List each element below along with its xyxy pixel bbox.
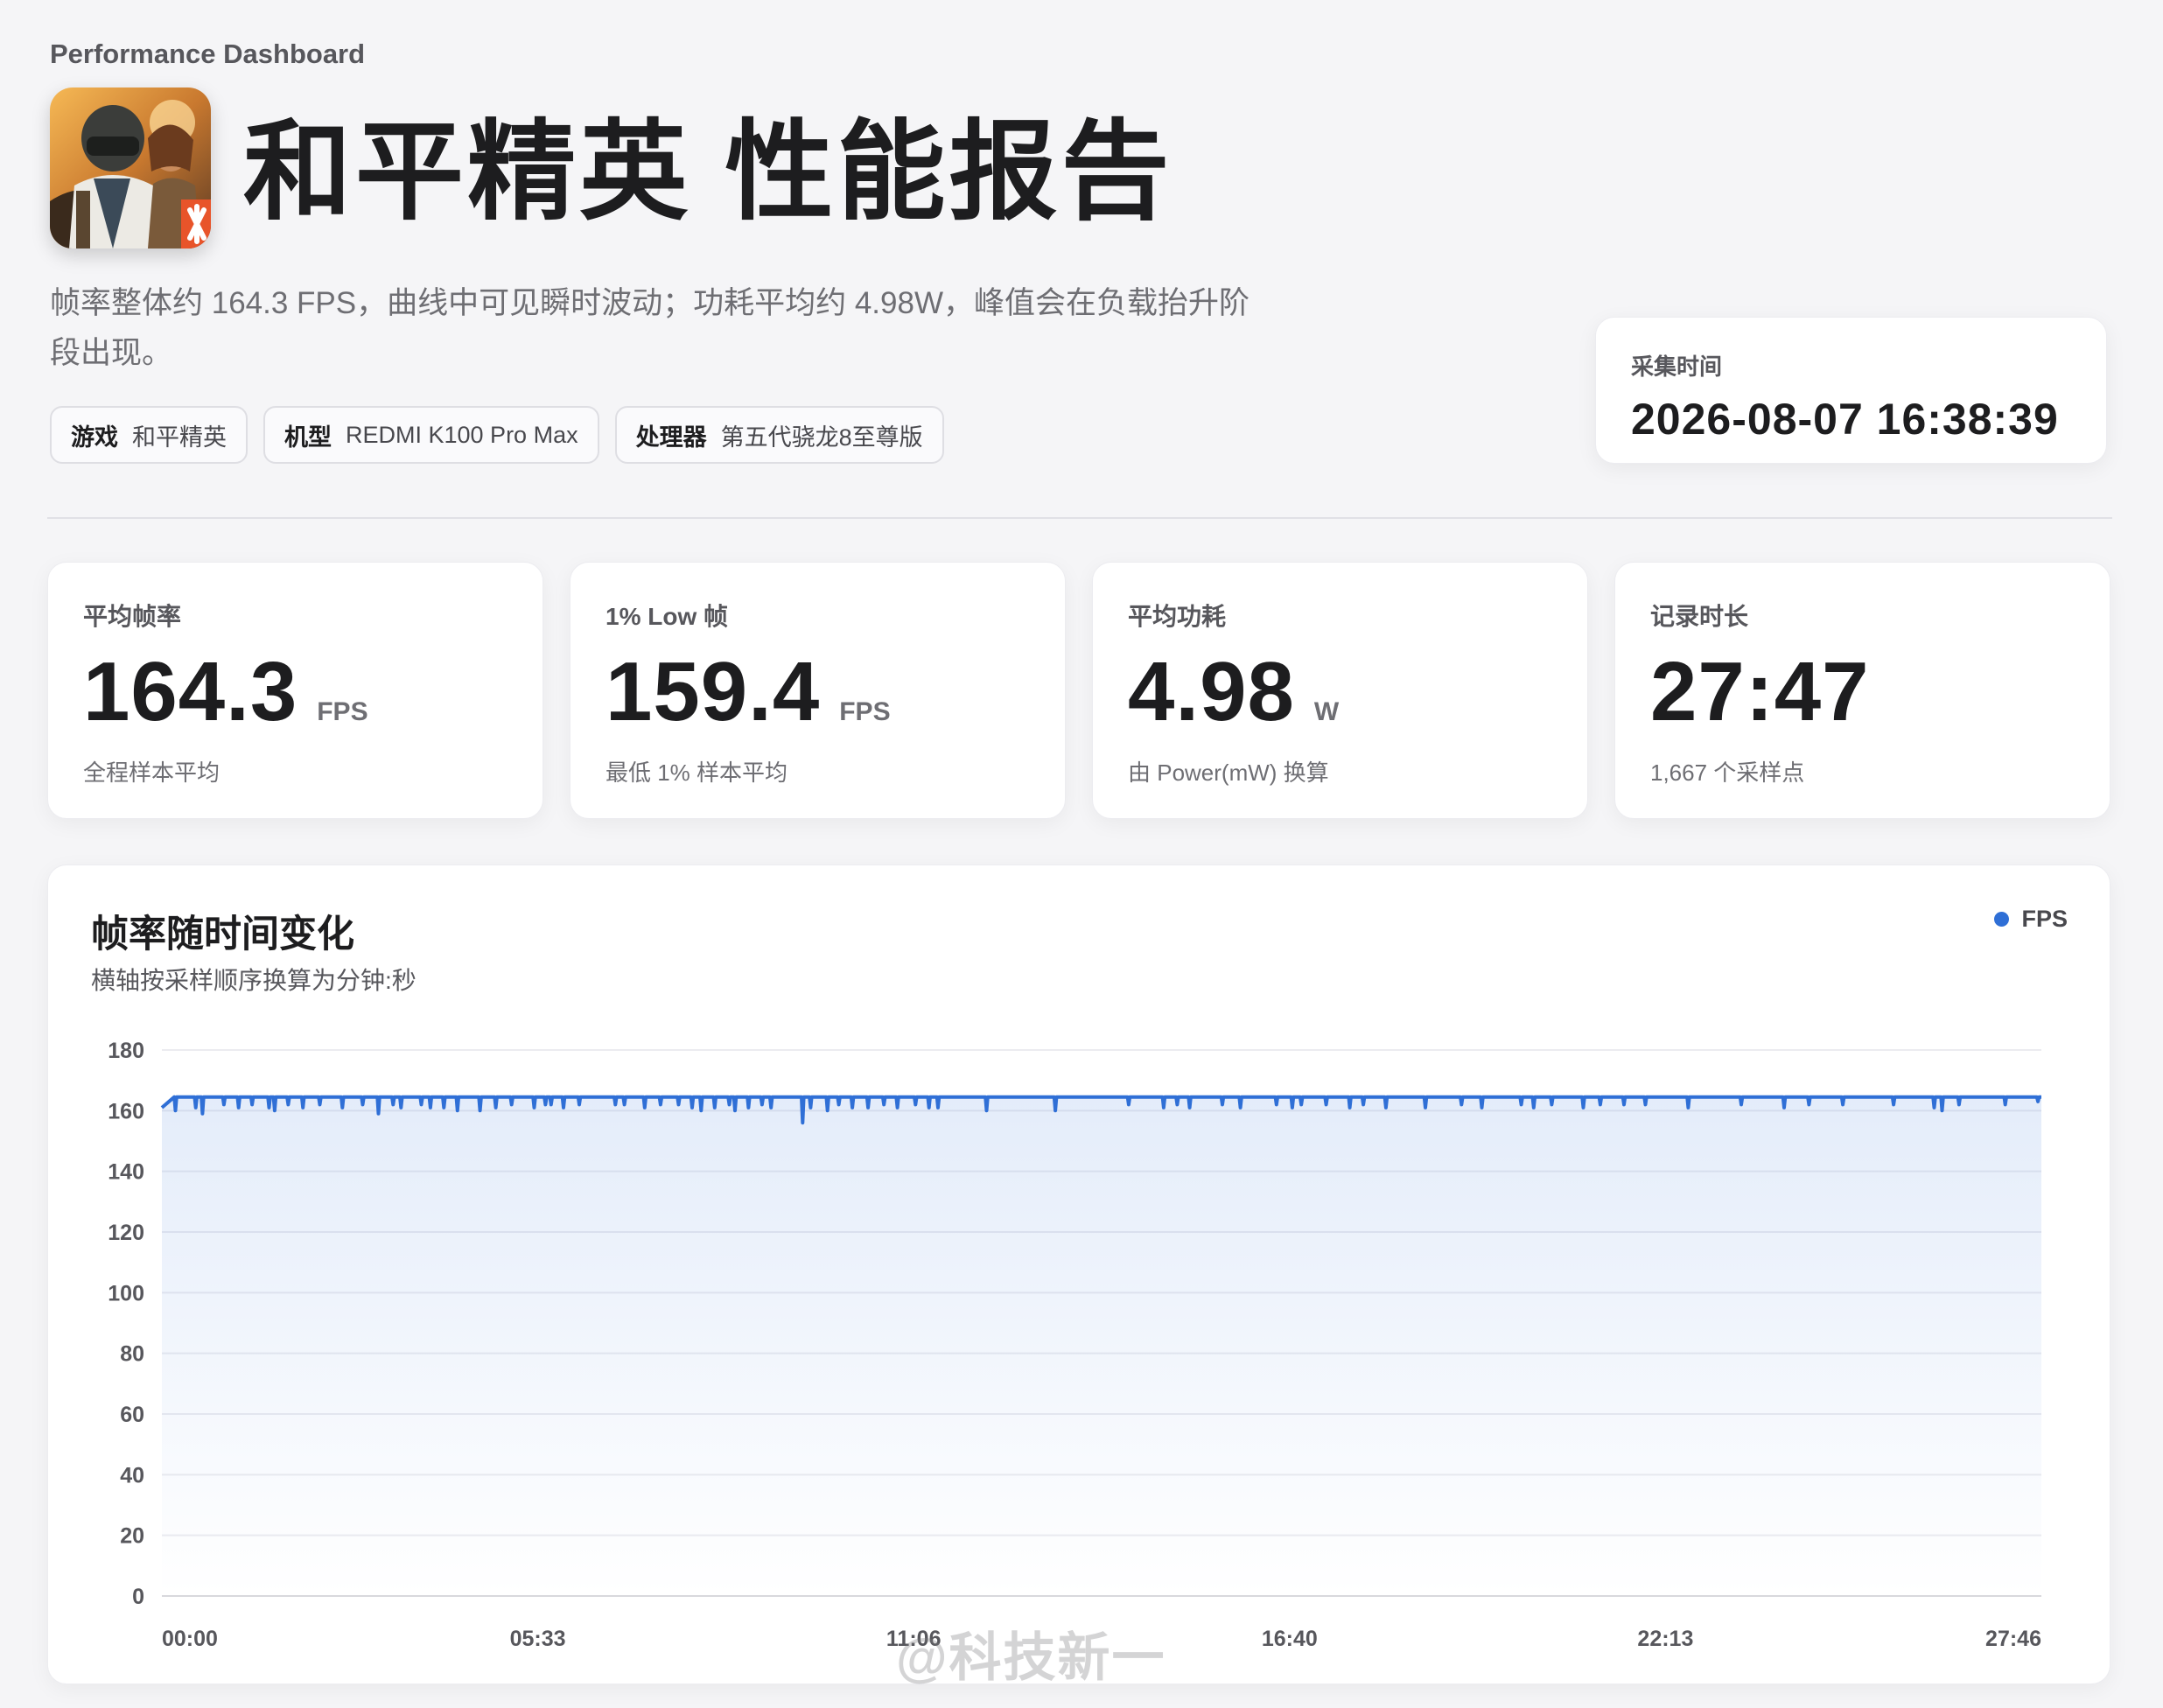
y-tick-label: 80 [120,1342,144,1367]
x-tick-label: 22:13 [1637,1627,1693,1651]
x-tick-label: 27:46 [1985,1627,2041,1651]
eyebrow-label: Performance Dashboard [50,38,366,69]
y-tick-label: 180 [108,1039,144,1063]
stat-subtext: 由 Power(mW) 换算 [1128,760,1329,786]
stat-unit: W [1313,697,1340,726]
stat-card-1pct-low: 1% Low 帧 159.4 FPS 最低 1% 样本平均 [570,562,1066,819]
y-tick-label: 0 [132,1585,144,1609]
capture-time-card: 采集时间 2026-08-07 16:38:39 [1595,317,2107,464]
divider [47,517,2112,519]
y-tick-label: 100 [108,1281,144,1306]
chip-processor: 处理器 第五代骁龙8至尊版 [614,406,944,464]
x-tick-label: 00:00 [162,1627,218,1651]
fps-area [162,1096,2041,1596]
watermark-text: @科技新一 [896,1628,1166,1687]
dashboard-page: Performance Dashboard 和平精英 性能报告 帧率整体约 16… [0,0,2163,1708]
y-tick-label: 120 [108,1221,144,1245]
y-tick-label: 40 [120,1463,144,1488]
summary-text: 帧率整体约 164.3 FPS，曲线中可见瞬时波动；功耗平均约 4.98W，峰值… [50,286,1250,370]
stat-label: 记录时长 [1650,603,1749,630]
stat-label: 平均帧率 [83,603,182,630]
stat-unit: FPS [317,697,368,726]
stat-card-avg-fps: 平均帧率 164.3 FPS 全程样本平均 [47,562,543,819]
chip-game: 游戏 和平精英 [50,406,248,464]
capture-time-label: 采集时间 [1631,354,1723,380]
chip-key: 游戏 [71,424,118,451]
game-icon [50,88,211,248]
y-tick-label: 20 [120,1524,144,1549]
stat-label: 1% Low 帧 [606,603,729,630]
stat-subtext: 最低 1% 样本平均 [606,760,788,786]
stat-value: 4.98 [1128,645,1295,738]
fps-chart-svg[interactable]: 020406080100120140160180 00:00 05:33 11:06… [48,865,2111,1685]
stat-value: 164.3 [83,645,298,738]
stat-card-duration: 记录时长 27:47 1,667 个采样点 [1614,562,2110,819]
x-tick-label: 05:33 [510,1627,566,1651]
stat-unit: FPS [839,697,891,726]
chip-key: 处理器 [635,424,707,451]
stat-value: 159.4 [606,645,821,738]
stat-value: 27:47 [1650,645,1870,738]
fps-chart-card: 帧率随时间变化 横轴按采样顺序换算为分钟:秒 FPS 0 20 40 60 80 100 1… [47,864,2110,1684]
stat-subtext: 1,667 个采样点 [1650,760,1805,786]
capture-time-value: 2026-08-07 16:38:39 [1631,395,2059,444]
meta-chips: 游戏 和平精英 机型 REDMI K100 Pro Max 处理器 第五代骁龙8… [50,406,944,464]
y-tick-label: 140 [108,1160,144,1185]
stat-subtext: 全程样本平均 [83,760,220,786]
chip-device: 机型 REDMI K100 Pro Max [263,406,599,464]
stat-card-avg-power: 平均功耗 4.98 W 由 Power(mW) 换算 [1092,562,1588,819]
chip-value: 第五代骁龙8至尊版 [720,424,923,451]
x-tick-label: 16:40 [1262,1627,1318,1651]
chip-value: REDMI K100 Pro Max [346,421,578,448]
chip-value: 和平精英 [132,424,227,451]
chip-key: 机型 [284,424,332,451]
y-tick-label: 60 [120,1403,144,1427]
y-tick-label: 160 [108,1099,144,1124]
stat-label: 平均功耗 [1128,603,1227,630]
page-title: 和平精英 性能报告 [243,112,1173,233]
